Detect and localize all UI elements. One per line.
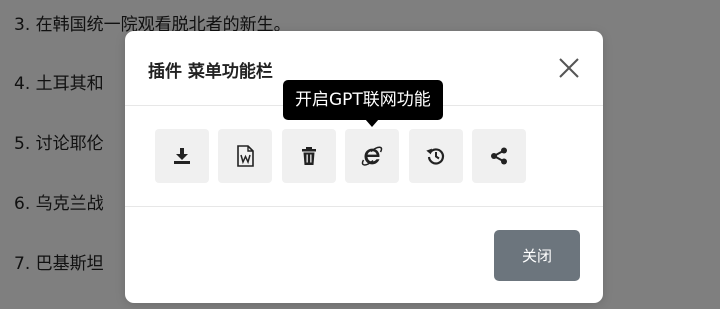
- history-icon: [426, 148, 445, 165]
- share-button[interactable]: [472, 129, 526, 183]
- plugin-menu-modal: 插件 菜单功能栏 关闭: [125, 31, 603, 303]
- web-search-toggle-button[interactable]: [345, 129, 399, 183]
- history-button[interactable]: [409, 129, 463, 183]
- trash-icon: [302, 147, 316, 165]
- export-word-button[interactable]: [218, 129, 272, 183]
- download-icon: [174, 148, 190, 164]
- close-icon[interactable]: [557, 56, 581, 80]
- tooltip: 开启GPT联网功能: [283, 80, 443, 120]
- close-button[interactable]: 关闭: [494, 230, 580, 281]
- delete-button[interactable]: [282, 129, 336, 183]
- modal-title: 插件 菜单功能栏: [148, 62, 273, 82]
- download-button[interactable]: [155, 129, 209, 183]
- tooltip-arrow: [365, 119, 379, 127]
- modal-footer: 关闭: [125, 206, 603, 303]
- internet-explorer-icon: [361, 146, 383, 166]
- word-document-icon: [237, 145, 254, 167]
- share-icon: [491, 147, 507, 165]
